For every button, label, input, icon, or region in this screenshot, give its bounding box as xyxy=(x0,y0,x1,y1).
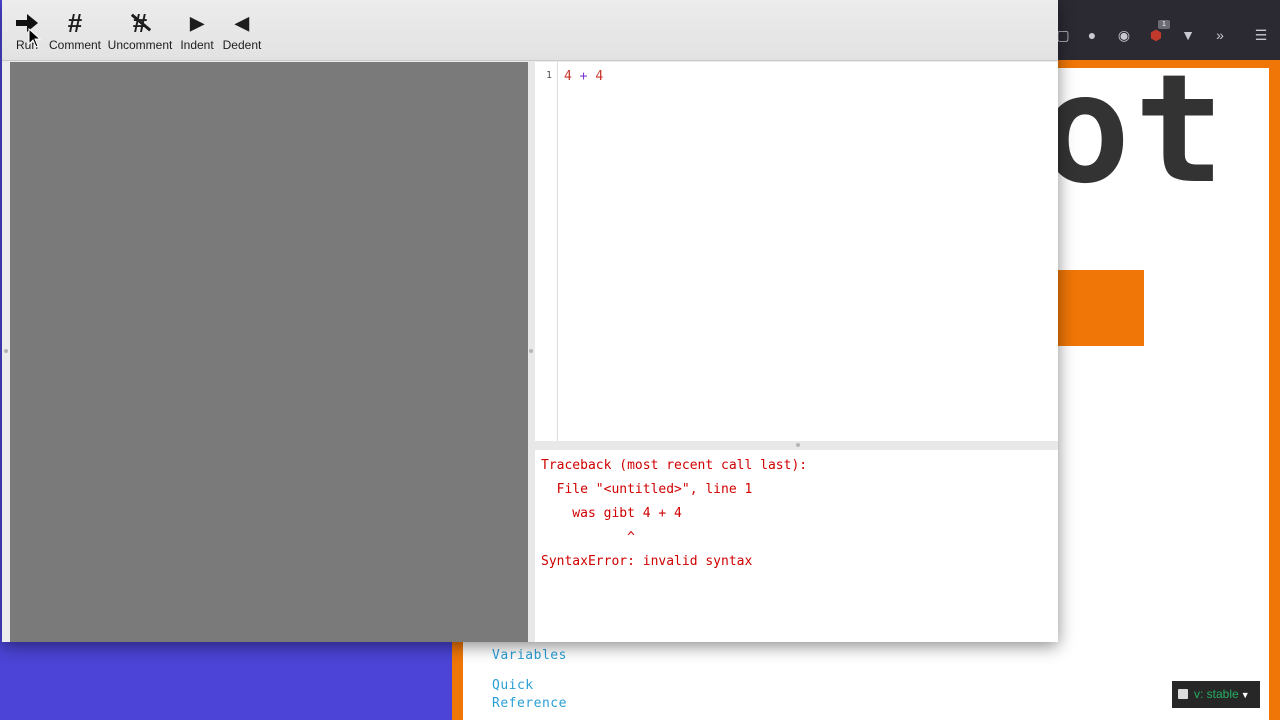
mouse-cursor-icon xyxy=(28,28,42,48)
overflow-chevron-icon[interactable]: » xyxy=(1211,26,1229,44)
comment-button[interactable]: # Comment xyxy=(48,6,102,58)
output-line: was gibt 4 + 4 xyxy=(541,506,682,521)
version-badge[interactable]: v: stable ▼ xyxy=(1172,681,1260,708)
nav-link-reference[interactable]: Reference xyxy=(492,696,567,711)
dedent-label: Dedent xyxy=(222,38,262,52)
uncomment-label: Uncomment xyxy=(107,38,173,52)
triangle-left-icon: ◀ xyxy=(235,13,249,33)
line-number: 1 xyxy=(545,70,552,81)
output-line: ^ xyxy=(541,530,635,545)
output-line: File "<untitled>", line 1 xyxy=(541,482,753,497)
book-icon xyxy=(1178,689,1188,699)
code-editor[interactable]: 1 4 + 4 xyxy=(535,62,1058,441)
code-token-number: 4 xyxy=(595,69,604,84)
indent-button[interactable]: ▶ Indent xyxy=(178,6,216,58)
editor-toolbar: Run # Comment # Uncomment ▶ Indent ◀ Ded… xyxy=(2,0,1058,61)
nav-link-quick[interactable]: Quick xyxy=(492,678,534,693)
triangle-right-icon: ▶ xyxy=(190,13,204,33)
vivaldi-icon[interactable]: ▼ xyxy=(1179,26,1197,44)
output-line: SyntaxError: invalid syntax xyxy=(541,554,753,569)
page-heading: ot xyxy=(1040,43,1229,217)
indent-label: Indent xyxy=(180,38,214,52)
vertical-splitter-handle[interactable] xyxy=(529,349,533,353)
horizontal-splitter-handle[interactable] xyxy=(796,443,800,447)
output-line: Traceback (most recent call last): xyxy=(541,458,808,473)
horizontal-splitter[interactable] xyxy=(535,441,1058,450)
turtle-canvas[interactable] xyxy=(10,62,528,642)
info-icon[interactable]: ◉ xyxy=(1115,26,1133,44)
caret-down-icon: ▼ xyxy=(1240,690,1250,700)
line-gutter: 1 xyxy=(535,62,558,441)
version-label: v: stable xyxy=(1194,687,1239,701)
code-token-number: 4 xyxy=(564,69,572,84)
uncomment-button[interactable]: # Uncomment xyxy=(107,6,173,58)
output-console[interactable]: Traceback (most recent call last): File … xyxy=(535,450,1058,642)
code-token-operator: + xyxy=(579,69,588,84)
dedent-button[interactable]: ◀ Dedent xyxy=(220,6,264,58)
left-splitter-handle[interactable] xyxy=(4,349,8,353)
hash-strike-icon: # xyxy=(107,6,173,38)
comment-label: Comment xyxy=(48,38,101,52)
editor-window: Run # Comment # Uncomment ▶ Indent ◀ Ded… xyxy=(2,0,1058,642)
code-line[interactable]: 4 + 4 xyxy=(564,69,603,84)
nav-link-variables[interactable]: Variables xyxy=(492,648,567,663)
ublock-count-badge: 1 xyxy=(1158,20,1170,29)
hash-icon: # xyxy=(67,8,83,38)
menu-icon[interactable]: ☰ xyxy=(1252,26,1270,44)
account-icon[interactable]: ● xyxy=(1083,26,1101,44)
